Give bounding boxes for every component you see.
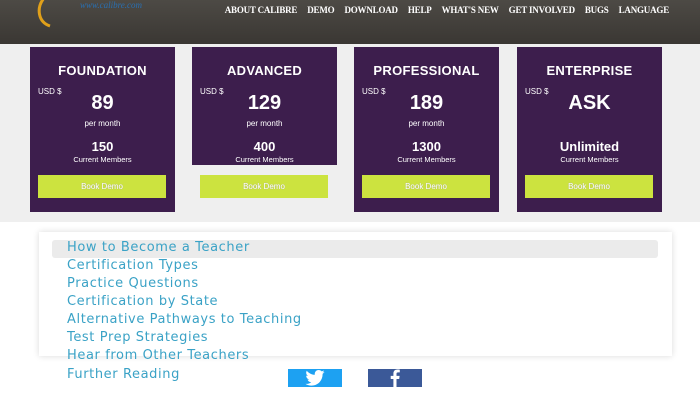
nav-demo[interactable]: Demo (307, 5, 334, 19)
plan-members-label: Current Members (235, 155, 294, 164)
nav-help[interactable]: Help (408, 5, 432, 19)
link-alternative-pathways[interactable]: Alternative Pathways to Teaching (67, 312, 302, 327)
plan-members: 150 (91, 139, 114, 154)
link-certification-types[interactable]: Certification Types (67, 258, 199, 273)
nav-language[interactable]: Language (619, 5, 670, 19)
link-test-prep-strategies[interactable]: Test Prep Strategies (67, 330, 208, 345)
main-nav: About Calibre Demo Download Help What's … (225, 5, 700, 19)
plan-title: FOUNDATION (58, 63, 147, 78)
pricing-card-foundation: FOUNDATION USD $ 89 per month 150 Curren… (30, 47, 175, 212)
plan-period: per month (246, 119, 283, 128)
plan-members-label: Current Members (397, 155, 456, 164)
book-demo-button[interactable]: Book Demo (525, 175, 653, 198)
book-demo-button[interactable]: Book Demo (362, 175, 490, 198)
site-logo[interactable]: www.calibre.com (30, 0, 142, 30)
plan-price: ASK (568, 92, 611, 114)
link-hear-from-teachers[interactable]: Hear from Other Teachers (67, 348, 249, 363)
book-demo-button[interactable]: Book Demo (200, 175, 328, 198)
pricing-card-professional: PROFESSIONAL USD $ 189 per month 1300 Cu… (354, 47, 499, 212)
logo-text: www.calibre.com (80, 0, 142, 10)
nav-bugs[interactable]: Bugs (585, 5, 609, 19)
link-further-reading[interactable]: Further Reading (67, 367, 180, 382)
plan-price: 189 (409, 92, 444, 114)
plan-members-label: Current Members (73, 155, 132, 164)
plan-title: PROFESSIONAL (373, 63, 480, 78)
link-practice-questions[interactable]: Practice Questions (67, 276, 199, 291)
book-demo-button[interactable]: Book Demo (38, 175, 166, 198)
plan-title: ADVANCED (226, 63, 303, 78)
facebook-f-icon (390, 369, 400, 387)
twitter-bird-icon (305, 370, 325, 386)
link-how-to-become-teacher[interactable]: How to Become a Teacher (67, 240, 250, 255)
nav-get-involved[interactable]: Get Involved (509, 5, 575, 19)
nav-about[interactable]: About Calibre (225, 5, 298, 19)
top-navigation-bar: www.calibre.com About Calibre Demo Downl… (0, 0, 700, 44)
plan-price: 129 (247, 92, 282, 114)
pricing-card-advanced: ADVANCED USD $ 129 per month 400 Current… (192, 47, 337, 198)
nav-whats-new[interactable]: What's New (442, 5, 499, 19)
plan-members: 400 (253, 139, 276, 154)
twitter-share-button[interactable] (288, 369, 342, 387)
plan-members: 1300 (412, 139, 441, 154)
plan-members: Unlimited (559, 139, 620, 154)
nav-download[interactable]: Download (344, 5, 398, 19)
logo-swoosh-icon (37, 0, 51, 28)
facebook-share-button[interactable] (368, 369, 422, 387)
pricing-section: FOUNDATION USD $ 89 per month 150 Curren… (0, 44, 700, 222)
plan-price: 89 (91, 92, 114, 114)
plan-title: ENTERPRISE (546, 63, 633, 78)
plan-members-label: Current Members (560, 155, 619, 164)
plan-period: per month (84, 119, 121, 128)
pricing-card-enterprise: ENTERPRISE USD $ ASK Unlimited Current M… (517, 47, 662, 212)
plan-period: per month (408, 119, 445, 128)
link-certification-by-state[interactable]: Certification by State (67, 294, 218, 309)
